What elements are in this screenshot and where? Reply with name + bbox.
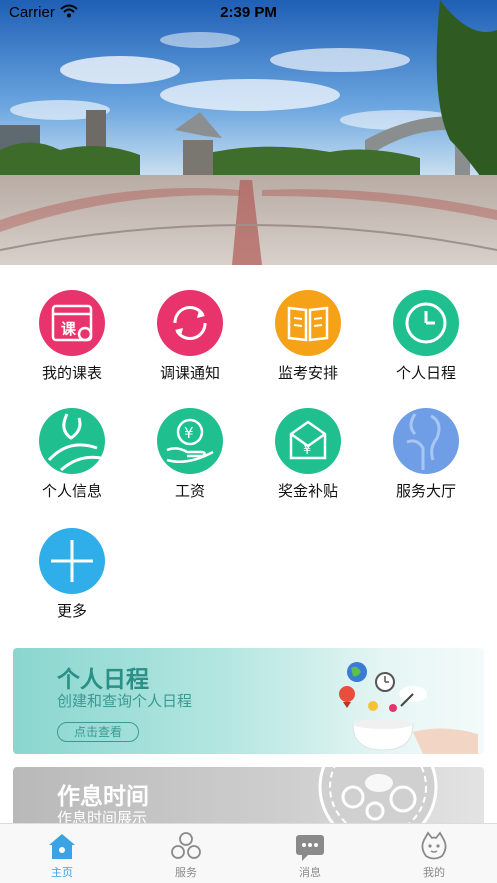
grid-item-label: 更多	[56, 602, 87, 620]
service-icon	[393, 408, 459, 474]
grid-item-label: 个人日程	[395, 364, 456, 382]
services-icon	[170, 830, 202, 862]
status-time: 2:39 PM	[220, 4, 277, 21]
plus-icon	[39, 528, 105, 594]
clock-icon	[393, 290, 459, 356]
grid-item-label: 监考安排	[277, 364, 338, 382]
schedule-illustration	[339, 662, 478, 754]
svg-text:课: 课	[61, 320, 77, 338]
card-title: 作息时间	[57, 784, 149, 810]
view-button[interactable]: 点击查看	[57, 722, 139, 742]
grid-item-label: 服务大厅	[395, 482, 456, 500]
tab-label: 主页	[51, 866, 73, 879]
personal-schedule-card[interactable]: 个人日程 创建和查询个人日程 点击查看	[13, 648, 484, 754]
bottom-tab-bar: 主页 服务 消息 我的	[0, 823, 497, 883]
grid-item-personal-info[interactable]: 个人信息	[13, 398, 131, 508]
grid-item-salary[interactable]: ¥ 工资	[131, 398, 249, 508]
yuan-hand-icon: ¥	[157, 408, 223, 474]
tab-messages[interactable]: 消息	[248, 824, 372, 883]
grid-item-personal-schedule[interactable]: 个人日程	[367, 280, 485, 390]
envelope-yuan-icon: ¥	[275, 408, 341, 474]
home-icon	[46, 830, 78, 862]
grid-item-label: 我的课表	[41, 364, 102, 382]
tab-label: 消息	[299, 866, 321, 879]
rest-time-card[interactable]: 作息时间 作息时间展示	[13, 767, 484, 827]
grid-item-invigilation[interactable]: 监考安排	[249, 280, 367, 390]
book-icon	[275, 290, 341, 356]
person-icon	[39, 408, 105, 474]
status-bar: Carrier 2:39 PM	[0, 0, 497, 28]
grid-item-label: 个人信息	[41, 482, 102, 500]
grid-item-service-hall[interactable]: 服务大厅	[367, 398, 485, 508]
grid-item-class-change[interactable]: 调课通知	[131, 280, 249, 390]
campus-photo	[0, 0, 497, 265]
grid-item-bonus[interactable]: ¥ 奖金补贴	[249, 398, 367, 508]
grid-item-my-schedule[interactable]: 课 我的课表	[13, 280, 131, 390]
message-icon	[294, 830, 326, 862]
svg-text:¥: ¥	[303, 443, 311, 458]
refresh-icon	[157, 290, 223, 356]
tab-label: 服务	[175, 866, 197, 879]
card-subtitle: 创建和查询个人日程	[57, 692, 193, 710]
grid-item-label: 奖金补贴	[277, 482, 338, 500]
profile-icon	[418, 830, 450, 862]
svg-text:¥: ¥	[184, 424, 194, 442]
grid-item-label: 调课通知	[159, 364, 220, 382]
gears-illustration	[318, 767, 438, 827]
tab-services[interactable]: 服务	[124, 824, 248, 883]
schedule-icon: 课	[39, 290, 105, 356]
campus-banner[interactable]: Carrier 2:39 PM	[0, 0, 497, 265]
tab-profile[interactable]: 我的	[372, 824, 496, 883]
grid-item-more[interactable]: 更多	[13, 518, 131, 628]
tab-label: 我的	[423, 866, 445, 879]
tab-home[interactable]: 主页	[0, 824, 124, 883]
card-title: 个人日程	[57, 667, 149, 693]
grid-item-label: 工资	[174, 482, 205, 500]
